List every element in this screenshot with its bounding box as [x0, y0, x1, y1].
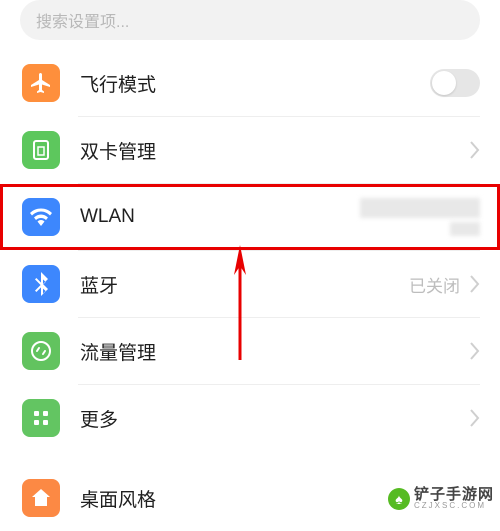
settings-list: 飞行模式 双卡管理 WLAN 蓝牙 已关: [0, 50, 500, 531]
wifi-icon: [22, 198, 60, 236]
search-placeholder: 搜索设置项...: [36, 8, 129, 32]
row-more[interactable]: 更多: [0, 385, 500, 451]
home-icon: [22, 479, 60, 517]
watermark-cn: 铲子手游网: [414, 487, 494, 502]
watermark: ♠ 铲子手游网 CZJXSC.COM: [386, 485, 496, 512]
watermark-en: CZJXSC.COM: [414, 502, 494, 510]
airplane-label: 飞行模式: [80, 70, 430, 97]
row-traffic-management[interactable]: 流量管理: [0, 318, 500, 384]
simcard-icon: [22, 131, 60, 169]
wlan-label: WLAN: [80, 206, 360, 228]
chevron-right-icon: [470, 141, 480, 159]
wlan-value-redacted: [360, 198, 480, 236]
bluetooth-value: 已关闭: [409, 272, 460, 297]
chevron-right-icon: [470, 342, 480, 360]
chevron-right-icon: [470, 409, 480, 427]
row-dual-sim[interactable]: 双卡管理: [0, 117, 500, 183]
search-input[interactable]: 搜索设置项...: [20, 0, 480, 40]
row-bluetooth[interactable]: 蓝牙 已关闭: [0, 251, 500, 317]
spade-icon: ♠: [388, 488, 410, 510]
row-wlan[interactable]: WLAN: [0, 184, 500, 250]
airplane-toggle[interactable]: [430, 69, 480, 97]
chevron-right-icon: [470, 275, 480, 293]
bluetooth-label: 蓝牙: [80, 271, 409, 298]
section-gap: [0, 451, 500, 465]
bluetooth-icon: [22, 265, 60, 303]
dualsim-label: 双卡管理: [80, 137, 470, 164]
row-airplane-mode[interactable]: 飞行模式: [0, 50, 500, 116]
more-icon: [22, 399, 60, 437]
airplane-icon: [22, 64, 60, 102]
more-label: 更多: [80, 405, 470, 432]
traffic-icon: [22, 332, 60, 370]
traffic-label: 流量管理: [80, 338, 470, 365]
